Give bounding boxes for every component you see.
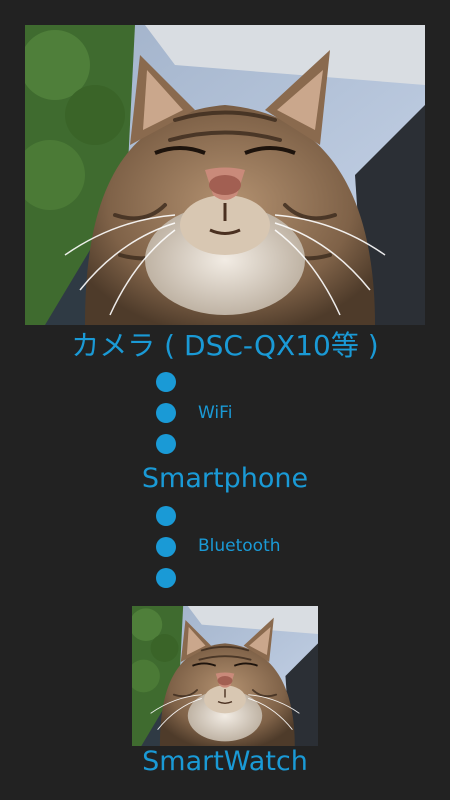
connector-dot: [156, 537, 176, 557]
bluetooth-label: Bluetooth: [198, 536, 281, 556]
camera-photo: [25, 25, 425, 325]
wifi-label: WiFi: [198, 403, 233, 423]
smartphone-label: Smartphone: [141, 463, 309, 494]
connector-dot: [156, 403, 176, 423]
camera-label: カメラ ( DSC-QX10等 ): [71, 329, 379, 362]
smartwatch-photo: [132, 606, 318, 746]
connector-dot: [156, 506, 176, 526]
smartwatch-label: SmartWatch: [142, 746, 308, 777]
connector-dot: [156, 434, 176, 454]
connector-dot: [156, 568, 176, 588]
connector-dot: [156, 372, 176, 392]
